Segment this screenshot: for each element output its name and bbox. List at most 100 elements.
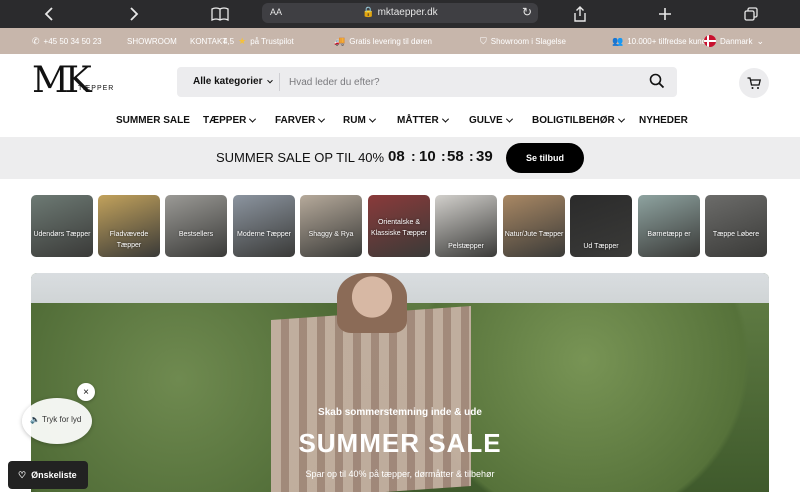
showroom-link[interactable]: SHOWROOM — [127, 28, 177, 54]
category-label: Moderne Tæpper — [237, 231, 291, 238]
nav-label: NYHEDER — [639, 115, 688, 126]
close-icon[interactable]: × — [77, 383, 95, 401]
nav-gulve[interactable]: GULVE — [469, 115, 513, 126]
category-label: Bestsellers — [178, 231, 214, 238]
nav-rum[interactable]: RUM — [343, 115, 376, 126]
back-icon[interactable] — [34, 0, 64, 28]
nav-nyheder[interactable]: NYHEDER — [639, 115, 688, 126]
flag-dk-icon — [704, 35, 716, 47]
category-select[interactable]: Alle kategorier — [193, 76, 274, 87]
trustpilot-label: på Trustpilot — [250, 36, 294, 46]
rating-value: 4,5 — [223, 36, 235, 46]
category-tile[interactable]: Orientalske & Klassiske Tæpper — [368, 195, 430, 257]
nav-boligtilbehoer[interactable]: BOLIGTILBEHØR — [532, 115, 625, 126]
star-icon: ★ — [238, 35, 247, 46]
chevron-down-icon — [441, 115, 449, 123]
nav-label: BOLIGTILBEHØR — [532, 115, 615, 126]
nav-label: RUM — [343, 115, 366, 126]
url-text: 🔒 mktaepper.dk — [362, 7, 438, 18]
nav-maatter[interactable]: MÅTTER — [397, 115, 449, 126]
promo-banner: SUMMER SALE OP TIL 40% 08 : 10 : 58 : 39… — [0, 137, 800, 179]
tabs-icon[interactable] — [736, 0, 766, 28]
wishlist-button[interactable]: ♡ Ønskeliste — [8, 461, 88, 489]
countdown-seconds: 58 — [447, 148, 464, 165]
see-offers-button[interactable]: Se tilbud — [506, 143, 584, 173]
phone-link[interactable]: ✆ +45 50 34 50 23 — [32, 28, 102, 54]
hero-subtitle: Skab sommerstemning inde & ude — [318, 407, 482, 418]
trustpilot-rating[interactable]: 4,5 ★ på Trustpilot — [223, 28, 294, 54]
wishlist-label: Ønskeliste — [31, 470, 77, 480]
truck-icon: 🚚 — [334, 35, 346, 46]
countdown-separator: : — [411, 148, 416, 164]
info-bar: ✆ +45 50 34 50 23 SHOWROOM KONTAKT 4,5 ★… — [0, 28, 800, 54]
category-tile[interactable]: Shaggy & Rya — [300, 195, 362, 257]
category-tile[interactable]: Ud Tæpper — [570, 195, 632, 257]
showroom-location-text: Showroom i Slagelse — [490, 36, 566, 46]
category-tile[interactable]: Pelstæpper — [435, 195, 497, 257]
kontakt-link[interactable]: KONTAKT — [190, 28, 227, 54]
chevron-down-icon — [617, 115, 625, 123]
sound-label-text: Tryk for lyd — [42, 415, 82, 424]
countdown-hours: 08 — [388, 148, 405, 165]
category-label: Tæppe Løbere — [712, 231, 760, 238]
nav-label: GULVE — [469, 115, 503, 126]
customers-text: 10.000+ tilfredse kunder — [627, 36, 714, 46]
nav-farver[interactable]: FARVER — [275, 115, 326, 126]
category-tile[interactable]: Tæppe Løbere — [705, 195, 767, 257]
search-input[interactable] — [289, 72, 629, 92]
category-label: Pelstæpper — [448, 243, 484, 250]
shield-icon: ⛉ — [480, 35, 487, 46]
category-tile[interactable]: Udendørs Tæpper — [31, 195, 93, 257]
countdown-separator: : — [441, 148, 446, 164]
hero-title: SUMMER SALE — [298, 428, 502, 458]
hero-banner[interactable]: Skab sommerstemning inde & ude SUMMER SA… — [31, 273, 769, 492]
users-icon: 👥 — [612, 35, 624, 46]
share-icon[interactable] — [565, 0, 595, 28]
chevron-down-icon — [249, 115, 257, 123]
countdown-minutes: 10 — [419, 148, 436, 165]
cart-icon — [747, 76, 761, 89]
cart-button[interactable] — [739, 68, 769, 98]
customers-info: 👥 10.000+ tilfredse kunder — [612, 28, 713, 54]
category-tile[interactable]: Moderne Tæpper — [233, 195, 295, 257]
sound-label: 🔈 Tryk for lyd — [30, 415, 81, 424]
chevron-down-icon — [368, 115, 376, 123]
chevron-down-icon — [267, 77, 274, 84]
address-bar[interactable]: AA 🔒 mktaepper.dk ↻ — [262, 3, 538, 23]
chevron-down-icon — [505, 115, 513, 123]
category-tile[interactable]: Natur/Jute Tæpper — [503, 195, 565, 257]
sound-toggle[interactable]: 🔈 Tryk for lyd — [22, 398, 92, 444]
forward-icon[interactable] — [119, 0, 149, 28]
phone-icon: ✆ — [32, 35, 40, 46]
nav-label: FARVER — [275, 115, 316, 126]
category-label: Udendørs Tæpper — [33, 231, 91, 238]
nav-summer-sale[interactable]: SUMMER SALE — [116, 115, 190, 126]
country-selector[interactable]: Danmark ⌄ — [704, 28, 764, 54]
nav-taepper[interactable]: TÆPPER — [203, 115, 257, 126]
category-tile[interactable]: Bestsellers — [165, 195, 227, 257]
category-label: Ud Tæpper — [583, 243, 619, 250]
heart-icon: ♡ — [18, 469, 27, 480]
chevron-down-icon — [318, 115, 326, 123]
category-tile[interactable]: Børnetæpp er — [638, 195, 700, 257]
category-select-label: Alle kategorier — [193, 76, 263, 87]
logo[interactable]: MK TÆPPER — [32, 60, 122, 104]
search-icon[interactable] — [649, 73, 667, 91]
logo-wordmark: TÆPPER — [78, 85, 115, 92]
speaker-icon: 🔈 — [30, 415, 40, 424]
delivery-text: Gratis levering til døren — [349, 36, 432, 46]
search-bar: Alle kategorier — [177, 67, 677, 97]
category-tile[interactable]: Fladvævede Tæpper — [98, 195, 160, 257]
countdown-separator: : — [469, 148, 474, 164]
promo-text: SUMMER SALE OP TIL 40% — [216, 150, 385, 165]
chevron-down-icon: ⌄ — [756, 35, 764, 46]
book-icon[interactable] — [205, 0, 235, 28]
category-label: Fladvævede Tæpper — [109, 231, 149, 249]
category-label: Natur/Jute Tæpper — [504, 231, 564, 238]
category-label: Orientalske & Klassiske Tæpper — [371, 219, 427, 237]
logo-mark: MK — [32, 60, 92, 101]
nav-label: SUMMER SALE — [116, 115, 190, 126]
delivery-info: 🚚 Gratis levering til døren — [334, 28, 432, 54]
reload-icon[interactable]: ↻ — [522, 5, 532, 19]
plus-icon[interactable] — [650, 0, 680, 28]
